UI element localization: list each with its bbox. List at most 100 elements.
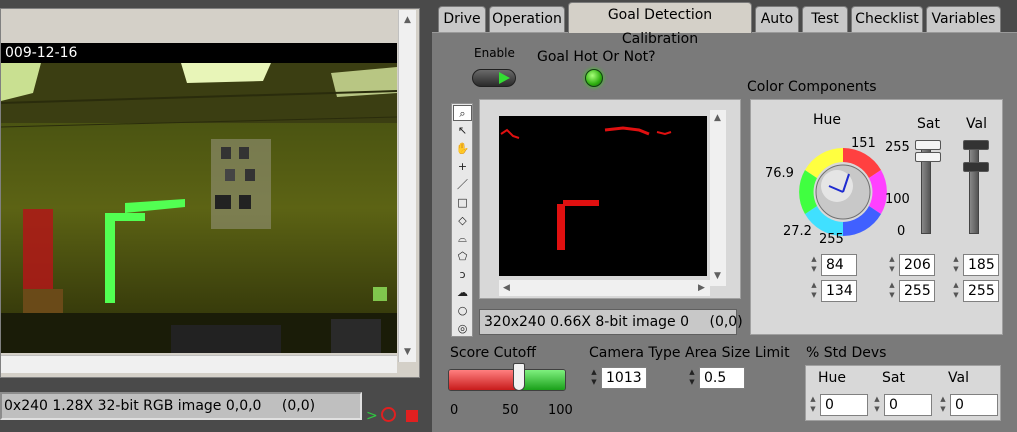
tab-operation[interactable]: Operation <box>489 6 565 32</box>
camera-feed[interactable] <box>1 63 397 353</box>
sat-max-spinner[interactable]: ▲ ▼ <box>887 280 897 302</box>
sat-max-field[interactable]: 255 <box>899 280 935 302</box>
camera-status-coord: (0,0) <box>281 398 316 414</box>
area-limit-field[interactable]: 0.5 <box>699 367 745 389</box>
enable-arrow-icon <box>499 72 510 84</box>
sat-scale-min: 0 <box>897 224 906 239</box>
annulus-arc-tool-icon[interactable]: ◎ <box>453 321 472 337</box>
color-components-label: Color Components <box>747 79 877 95</box>
annulus-tool-icon[interactable]: ⌓ <box>453 231 472 247</box>
std-sat-field[interactable]: 0 <box>884 394 932 416</box>
camera-type-spinner[interactable]: ▲ ▼ <box>589 367 599 389</box>
camera-scene <box>1 63 397 353</box>
sat-scale-max: 255 <box>885 140 910 155</box>
score-fill-red <box>449 370 520 390</box>
scroll-up-icon[interactable]: ▲ <box>399 12 416 28</box>
goal-hot-indicator <box>585 69 603 87</box>
sat-lower-thumb[interactable] <box>915 152 941 162</box>
score-cutoff-label: Score Cutoff <box>450 345 537 361</box>
tab-test[interactable]: Test <box>802 6 848 32</box>
rotated-rect-tool-icon[interactable]: ◇ <box>453 213 472 229</box>
enable-toggle-button[interactable] <box>472 69 516 87</box>
scroll-down-icon[interactable]: ▼ <box>399 344 416 360</box>
std-val-spinner[interactable]: ▲ ▼ <box>938 394 948 416</box>
val-min-spinner[interactable]: ▲ ▼ <box>951 254 961 276</box>
scroll-left-icon[interactable]: ◀ <box>499 280 514 296</box>
hue-scale-151: 151 <box>851 136 876 151</box>
rectangle-tool-icon[interactable]: □ <box>453 195 472 211</box>
processed-image-display[interactable]: ▲ ▼ ◀ ▶ <box>479 99 741 299</box>
crosshair-tool-icon[interactable]: + <box>453 159 472 175</box>
processed-horizontal-scrollbar[interactable]: ◀ ▶ <box>499 280 710 296</box>
processed-status-text: 320x240 0.66X 8-bit image 0 <box>484 314 690 330</box>
stop-icon[interactable] <box>406 410 418 422</box>
tab-checklist[interactable]: Checklist <box>851 6 923 32</box>
std-val-field[interactable]: 0 <box>950 394 998 416</box>
sat-label: Sat <box>917 116 940 132</box>
hue-max-field[interactable]: 134 <box>821 280 857 302</box>
score-cutoff-thumb[interactable] <box>513 363 525 391</box>
sat-min-field[interactable]: 206 <box>899 254 935 276</box>
score-tick-50: 50 <box>502 403 519 418</box>
tab-drive[interactable]: Drive <box>438 6 486 32</box>
threshold-mask <box>500 126 672 250</box>
tab-auto[interactable]: Auto <box>755 6 799 32</box>
scroll-down-icon[interactable]: ▼ <box>710 268 725 284</box>
val-min-field[interactable]: 185 <box>963 254 999 276</box>
sat-scale-mid: 100 <box>885 192 910 207</box>
sat-upper-thumb[interactable] <box>915 140 941 150</box>
camera-image-display[interactable]: 009-12-16 <box>0 8 420 378</box>
tab-goal-detection-calibration[interactable]: Goal Detection Calibration <box>568 2 752 47</box>
processed-status-coord: (0,0) <box>709 314 743 330</box>
camera-panel: 009-12-16 ▲ ▼ 0x240 1.28X 32-bit RGB ima… <box>0 0 432 432</box>
score-cutoff-slider[interactable] <box>448 369 566 391</box>
pointer-tool-icon[interactable]: ↖ <box>453 123 472 139</box>
color-components-group: Hue Sat Val 151 76.9 27.2 255 255 100 0 <box>750 99 1003 335</box>
std-hue-spinner[interactable]: ▲ ▼ <box>808 394 818 416</box>
std-devs-group: Hue Sat Val ▲ ▼ 0 ▲ ▼ 0 ▲ ▼ 0 <box>805 365 1001 421</box>
line-tool-icon[interactable]: ／ <box>453 177 472 193</box>
tab-bar: Drive Operation Goal Detection Calibrati… <box>432 0 1017 47</box>
val-slider-track[interactable] <box>969 144 979 234</box>
area-limit-spinner[interactable]: ▲ ▼ <box>687 367 697 389</box>
val-max-field[interactable]: 255 <box>963 280 999 302</box>
sat-min-spinner[interactable]: ▲ ▼ <box>887 254 897 276</box>
pan-hand-tool-icon[interactable]: ✋ <box>453 141 472 157</box>
hue-min-spinner[interactable]: ▲ ▼ <box>809 254 819 276</box>
score-tick-100: 100 <box>548 403 573 418</box>
oval-tool-icon[interactable]: ○ <box>453 303 472 319</box>
record-icon[interactable] <box>381 407 396 422</box>
camera-horizontal-scrollbar[interactable] <box>1 355 397 373</box>
camera-date-overlay: 009-12-16 <box>1 43 397 63</box>
camera-type-label: Camera Type <box>589 345 681 361</box>
freehand-region-tool-icon[interactable]: ☁ <box>453 285 472 301</box>
goal-calibration-panel: Enable Goal Hot Or Not? Color Components… <box>432 32 1017 432</box>
play-icon[interactable]: > <box>366 408 378 424</box>
val-upper-thumb[interactable] <box>963 140 989 150</box>
scroll-up-icon[interactable]: ▲ <box>710 110 725 126</box>
hue-label: Hue <box>813 112 842 128</box>
zoom-tool-icon[interactable]: ⌕ <box>453 105 472 121</box>
processed-status-bar: 320x240 0.66X 8-bit image 0 (0,0) <box>479 309 743 335</box>
val-lower-thumb[interactable] <box>963 162 989 172</box>
hue-max-spinner[interactable]: ▲ ▼ <box>809 280 819 302</box>
tab-variables[interactable]: Variables <box>926 6 1001 32</box>
camera-status-bar: 0x240 1.28X 32-bit RGB image 0,0,0 (0,0) <box>0 392 362 420</box>
std-devs-label: % Std Devs <box>806 345 887 361</box>
hue-min-field[interactable]: 84 <box>821 254 857 276</box>
scroll-right-icon[interactable]: ▶ <box>694 280 709 296</box>
goal-hot-label: Goal Hot Or Not? <box>537 49 656 65</box>
camera-vertical-scrollbar[interactable]: ▲ ▼ <box>398 10 416 362</box>
score-fill-green <box>520 370 565 390</box>
processed-image[interactable] <box>499 116 707 276</box>
polygon-tool-icon[interactable]: ⬠ <box>453 249 472 265</box>
val-max-spinner[interactable]: ▲ ▼ <box>951 280 961 302</box>
std-sat-spinner[interactable]: ▲ ▼ <box>872 394 882 416</box>
std-hue-label: Hue <box>818 370 847 386</box>
freehand-tool-icon[interactable]: ↄ <box>453 267 472 283</box>
score-tick-0: 0 <box>450 403 459 418</box>
std-val-label: Val <box>948 370 969 386</box>
processed-vertical-scrollbar[interactable]: ▲ ▼ <box>710 110 726 286</box>
std-hue-field[interactable]: 0 <box>820 394 868 416</box>
camera-type-field[interactable]: 1013 <box>601 367 647 389</box>
